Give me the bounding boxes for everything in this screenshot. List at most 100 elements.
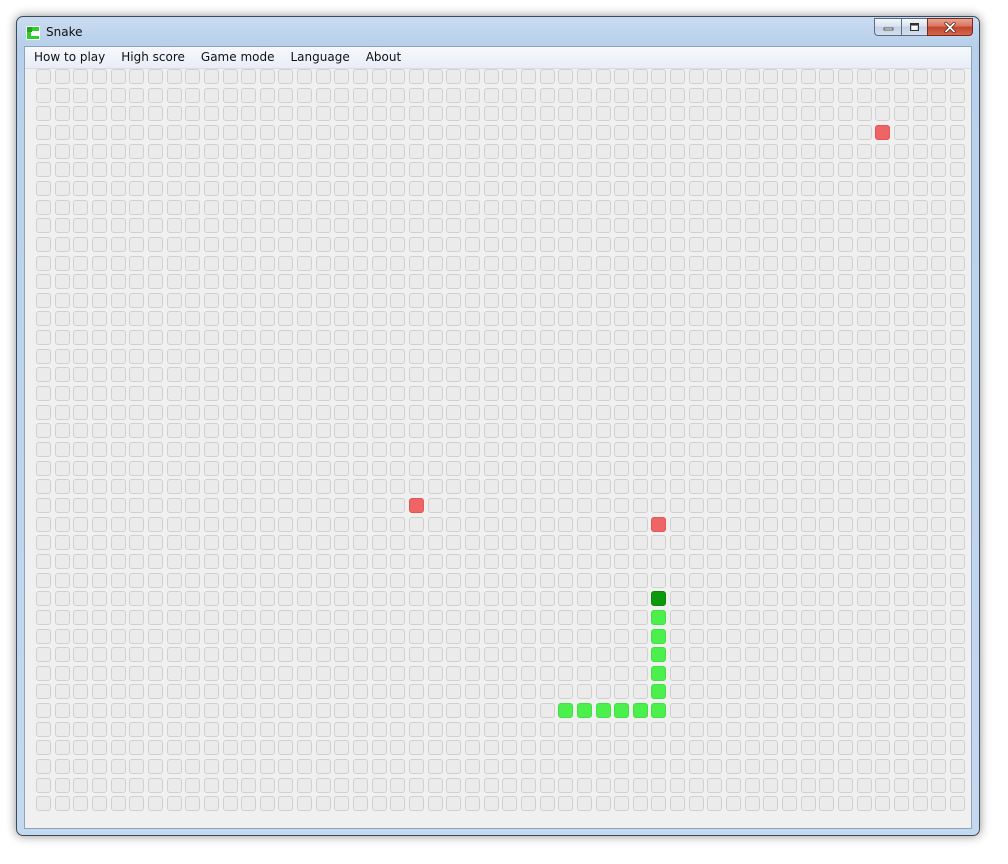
grid-cell xyxy=(147,759,163,775)
grid-cell xyxy=(837,180,853,196)
menu-how-to-play[interactable]: How to play xyxy=(25,47,113,68)
grid-cell xyxy=(278,497,294,513)
grid-cell xyxy=(446,591,462,607)
grid-cell xyxy=(614,218,630,234)
grid-cell xyxy=(464,311,480,327)
grid-cell xyxy=(278,106,294,122)
grid-cell xyxy=(931,274,947,290)
grid-cell xyxy=(371,665,387,681)
grid-cell xyxy=(651,124,667,140)
grid-cell xyxy=(353,665,369,681)
grid-cell xyxy=(222,311,238,327)
maximize-button[interactable] xyxy=(901,18,927,36)
grid-cell xyxy=(73,460,89,476)
grid-cell xyxy=(446,460,462,476)
grid-cell xyxy=(297,69,313,84)
game-board[interactable] xyxy=(36,69,968,817)
grid-cell xyxy=(595,665,611,681)
snake-body-cell xyxy=(595,703,611,719)
title-bar[interactable]: Snake xyxy=(17,17,979,47)
grid-cell xyxy=(763,609,779,625)
grid-cell xyxy=(166,759,182,775)
menu-high-score[interactable]: High score xyxy=(113,47,193,68)
grid-cell xyxy=(110,740,126,756)
grid-cell xyxy=(241,386,257,402)
grid-cell xyxy=(54,665,70,681)
close-button[interactable] xyxy=(927,18,973,36)
grid-cell xyxy=(334,553,350,569)
grid-cell xyxy=(147,311,163,327)
grid-cell xyxy=(726,218,742,234)
snake-body-cell xyxy=(651,665,667,681)
grid-cell xyxy=(409,665,424,681)
grid-cell xyxy=(110,311,126,327)
grid-cell xyxy=(446,199,462,215)
grid-cell xyxy=(763,703,779,719)
grid-cell xyxy=(670,274,686,290)
grid-cell xyxy=(651,404,667,420)
grid-cell xyxy=(54,609,70,625)
grid-cell xyxy=(670,180,686,196)
grid-cell xyxy=(54,404,70,420)
grid-cell xyxy=(446,497,462,513)
grid-cell xyxy=(893,255,909,271)
grid-cell xyxy=(297,87,313,103)
grid-cell xyxy=(110,721,126,737)
grid-cell xyxy=(353,591,369,607)
grid-cell xyxy=(763,367,779,383)
grid-cell xyxy=(502,423,518,439)
grid-cell xyxy=(259,759,275,775)
menu-game-mode[interactable]: Game mode xyxy=(193,47,283,68)
menu-language[interactable]: Language xyxy=(282,47,357,68)
grid-cell xyxy=(110,404,126,420)
grid-cell xyxy=(91,311,107,327)
grid-cell xyxy=(129,553,145,569)
minimize-button[interactable] xyxy=(874,18,901,36)
grid-cell xyxy=(875,255,891,271)
grid-cell xyxy=(73,162,89,178)
grid-cell xyxy=(912,423,928,439)
grid-cell xyxy=(222,796,238,812)
grid-cell xyxy=(185,665,201,681)
food-cell xyxy=(875,124,891,140)
grid-cell xyxy=(36,87,51,103)
grid-cell xyxy=(464,274,480,290)
grid-cell xyxy=(632,721,648,737)
maximize-icon xyxy=(910,23,919,31)
grid-cell xyxy=(110,609,126,625)
grid-cell xyxy=(222,106,238,122)
grid-cell xyxy=(502,106,518,122)
grid-cell xyxy=(688,255,704,271)
grid-cell xyxy=(203,199,219,215)
grid-cell xyxy=(222,628,238,644)
grid-cell xyxy=(819,777,835,793)
grid-cell xyxy=(222,404,238,420)
grid-cell xyxy=(931,292,947,308)
grid-cell xyxy=(632,647,648,663)
grid-cell xyxy=(726,497,742,513)
grid-cell xyxy=(595,106,611,122)
grid-cell xyxy=(912,703,928,719)
grid-cell xyxy=(147,423,163,439)
grid-cell xyxy=(782,386,797,402)
menu-about[interactable]: About xyxy=(358,47,409,68)
grid-cell xyxy=(707,647,723,663)
grid-cell xyxy=(334,386,350,402)
grid-cell xyxy=(744,740,760,756)
grid-cell xyxy=(782,740,797,756)
grid-cell xyxy=(576,609,592,625)
grid-cell xyxy=(91,572,107,588)
grid-cell xyxy=(576,442,592,457)
grid-cell xyxy=(409,236,424,252)
grid-cell xyxy=(166,609,182,625)
grid-cell xyxy=(203,348,219,364)
grid-cell xyxy=(185,386,201,402)
grid-cell xyxy=(912,87,928,103)
grid-cell xyxy=(726,516,742,532)
grid-cell xyxy=(893,703,909,719)
grid-cell xyxy=(371,703,387,719)
grid-cell xyxy=(539,591,555,607)
grid-cell xyxy=(185,106,201,122)
grid-cell xyxy=(614,87,630,103)
grid-cell xyxy=(819,162,835,178)
